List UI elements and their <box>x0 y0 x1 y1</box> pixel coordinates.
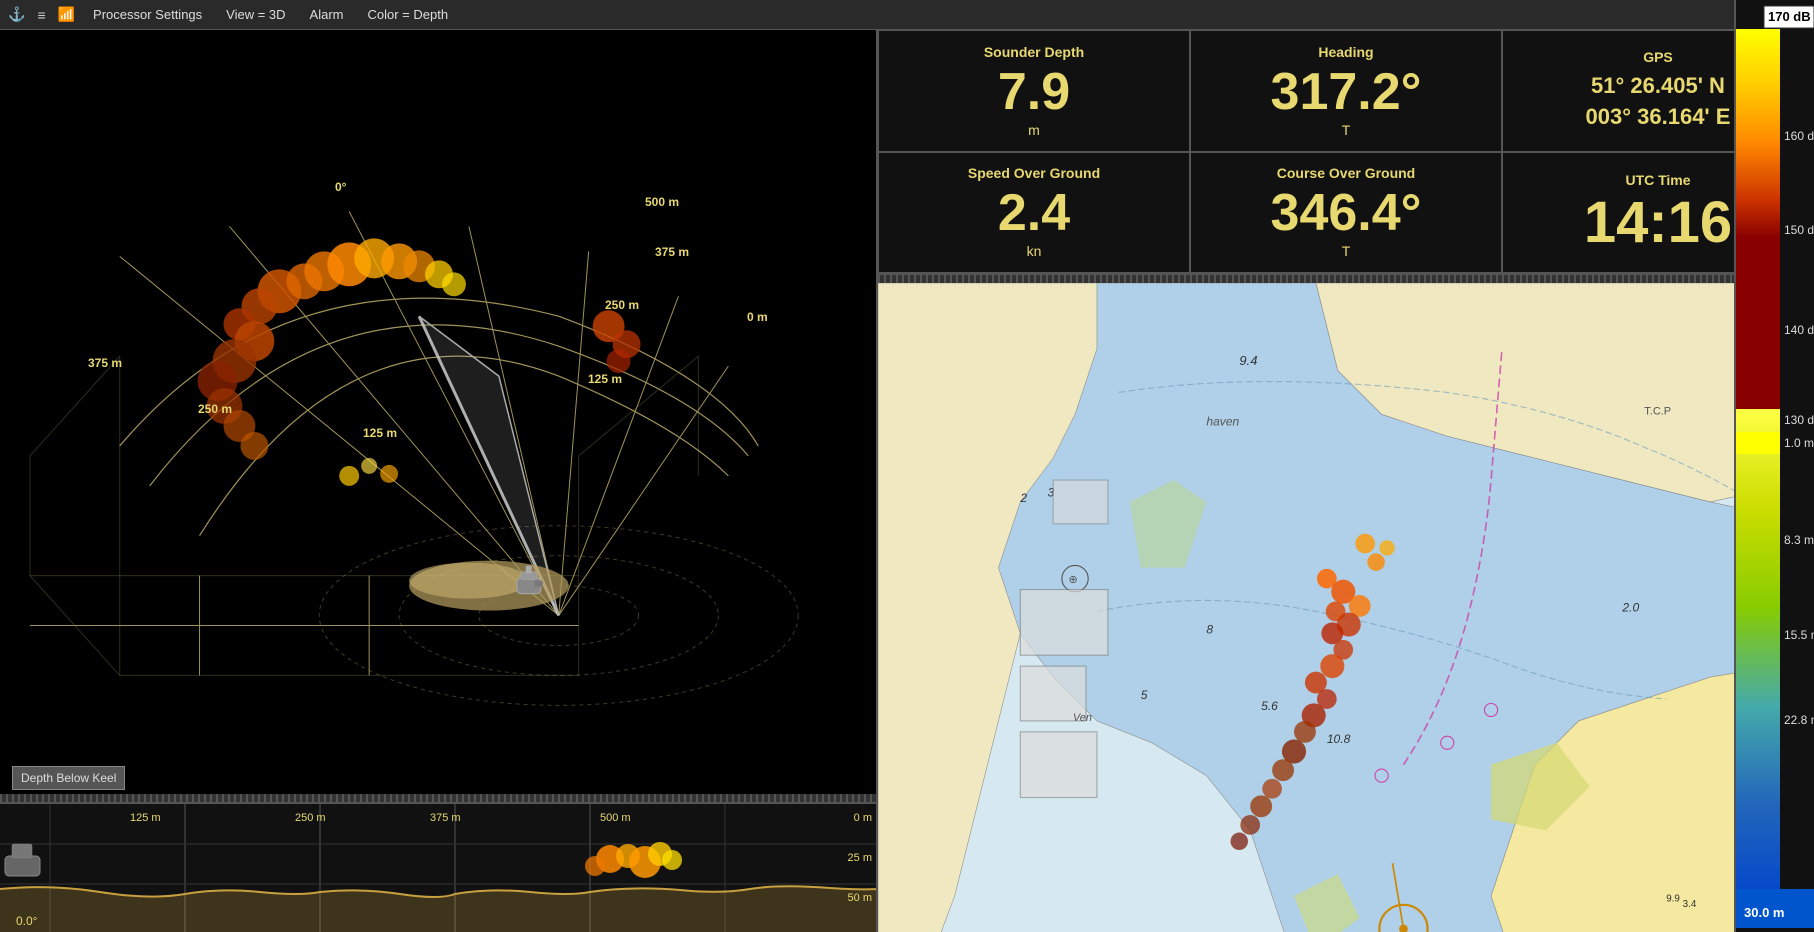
svg-text:30.0 m: 30.0 m <box>1744 905 1784 920</box>
sounder-depth-unit: m <box>1028 122 1040 138</box>
top-bar: ⚓ ≡ 📶 Processor Settings View = 3D Alarm… <box>0 0 1814 30</box>
svg-text:⊕: ⊕ <box>1068 574 1077 586</box>
cog-value: 346.4° <box>1271 187 1422 239</box>
heading-unit: T <box>1342 122 1351 138</box>
svg-text:8.3 m: 8.3 m <box>1784 533 1814 547</box>
svg-text:140 dB: 140 dB <box>1784 323 1814 337</box>
range-label-250: 250 m <box>605 298 639 312</box>
svg-text:T.C.P: T.C.P <box>1644 405 1671 417</box>
svg-text:9.9: 9.9 <box>1666 894 1680 905</box>
depth-label-0m: 0 m <box>747 310 768 324</box>
range-label-250-left: 250 m <box>198 402 232 416</box>
heading-label: Heading <box>1318 44 1373 60</box>
view-btn[interactable]: View = 3D <box>220 5 291 24</box>
signal-icon: 📶 <box>58 6 75 23</box>
speed-value: 2.4 <box>998 187 1070 239</box>
heading-value: 317.2° <box>1271 66 1422 118</box>
instrument-resize-handle[interactable] <box>878 275 1814 283</box>
menu-icon: ≡ <box>37 7 45 23</box>
left-panel: 0° 500 m 375 m 250 m 125 m 0 m 375 m 250… <box>0 30 878 932</box>
bottom-depth-0m: 0 m <box>854 812 872 824</box>
sounder-depth-value: 7.9 <box>998 66 1070 118</box>
utc-label: UTC Time <box>1625 172 1690 188</box>
color-scale-svg: 170 dB <box>1736 30 1814 928</box>
range-label-125-left: 125 m <box>363 426 397 440</box>
utc-value: 14:16 <box>1584 194 1732 252</box>
svg-text:10.8: 10.8 <box>1327 732 1351 746</box>
processor-settings-btn[interactable]: Processor Settings <box>87 5 208 24</box>
speed-cell: Speed Over Ground 2.4 kn <box>878 152 1190 274</box>
bottom-angle-label: 0.0° <box>16 914 37 928</box>
svg-text:haven: haven <box>1206 414 1239 428</box>
right-content: Sounder Depth 7.9 m Heading 317.2° T GPS… <box>878 30 1814 932</box>
instruments-panel: Sounder Depth 7.9 m Heading 317.2° T GPS… <box>878 30 1814 275</box>
gps-value-line2: 003° 36.164' E <box>1586 102 1731 133</box>
3d-overlay <box>0 30 876 802</box>
sounder-depth-label: Sounder Depth <box>984 44 1084 60</box>
svg-text:3.4: 3.4 <box>1683 899 1697 910</box>
svg-text:160 dB: 160 dB <box>1784 129 1814 143</box>
bearing-label-0: 0° <box>335 180 346 194</box>
svg-text:150 dB: 150 dB <box>1784 223 1814 237</box>
bottom-range-250: 250 m <box>295 812 326 824</box>
bottom-depth-25m: 25 m <box>848 852 872 864</box>
svg-text:9.4: 9.4 <box>1239 353 1257 368</box>
bottom-sonar-strip: 0.0° 125 m 250 m 375 m 500 m 0 m 25 m 50… <box>0 802 876 932</box>
speed-label: Speed Over Ground <box>968 165 1100 181</box>
right-panel: Sounder Depth 7.9 m Heading 317.2° T GPS… <box>878 30 1814 932</box>
gps-value-line1: 51° 26.405' N <box>1591 71 1725 102</box>
svg-text:2.0: 2.0 <box>1621 600 1639 614</box>
bottom-depth-50m: 50 m <box>848 892 872 904</box>
3d-resize-handle[interactable] <box>0 794 876 802</box>
svg-text:2: 2 <box>1019 491 1027 505</box>
svg-text:22.8 m: 22.8 m <box>1784 713 1814 727</box>
main-layout: 0° 500 m 375 m 250 m 125 m 0 m 375 m 250… <box>0 30 1814 932</box>
range-label-500: 500 m <box>645 195 679 209</box>
cog-cell: Course Over Ground 346.4° T <box>1190 152 1502 274</box>
svg-text:8: 8 <box>1206 622 1213 636</box>
bottom-range-500: 500 m <box>600 812 631 824</box>
map-view[interactable]: 9.4 2 3 5 8 5.6 10.8 2.0 T.C.P <box>878 283 1814 932</box>
3d-view: 0° 500 m 375 m 250 m 125 m 0 m 375 m 250… <box>0 30 876 802</box>
depth-below-keel-btn[interactable]: Depth Below Keel <box>12 766 125 790</box>
heading-cell: Heading 317.2° T <box>1190 30 1502 152</box>
speed-unit: kn <box>1027 243 1042 259</box>
range-label-375-left: 375 m <box>88 356 122 370</box>
color-scale-bar: 170 dB <box>1734 30 1814 932</box>
sounder-depth-cell: Sounder Depth 7.9 m <box>878 30 1190 152</box>
app-icon: ⚓ <box>8 6 25 23</box>
color-btn[interactable]: Color = Depth <box>362 5 455 24</box>
map-svg: 9.4 2 3 5 8 5.6 10.8 2.0 T.C.P <box>878 283 1814 932</box>
bottom-range-125: 125 m <box>130 812 161 824</box>
bottom-range-375: 375 m <box>430 812 461 824</box>
range-label-125: 125 m <box>588 372 622 386</box>
svg-text:5.6: 5.6 <box>1261 699 1278 713</box>
range-label-375: 375 m <box>655 245 689 259</box>
svg-text:1.0 m: 1.0 m <box>1784 436 1814 450</box>
cog-label: Course Over Ground <box>1277 165 1415 181</box>
alarm-btn[interactable]: Alarm <box>304 5 350 24</box>
cog-unit: T <box>1342 243 1351 259</box>
svg-text:5: 5 <box>1141 688 1148 702</box>
svg-text:15.5 m: 15.5 m <box>1784 628 1814 642</box>
svg-text:130 dB: 130 dB <box>1784 413 1814 427</box>
svg-text:Ven: Ven <box>1073 712 1092 724</box>
gps-label: GPS <box>1643 49 1673 65</box>
